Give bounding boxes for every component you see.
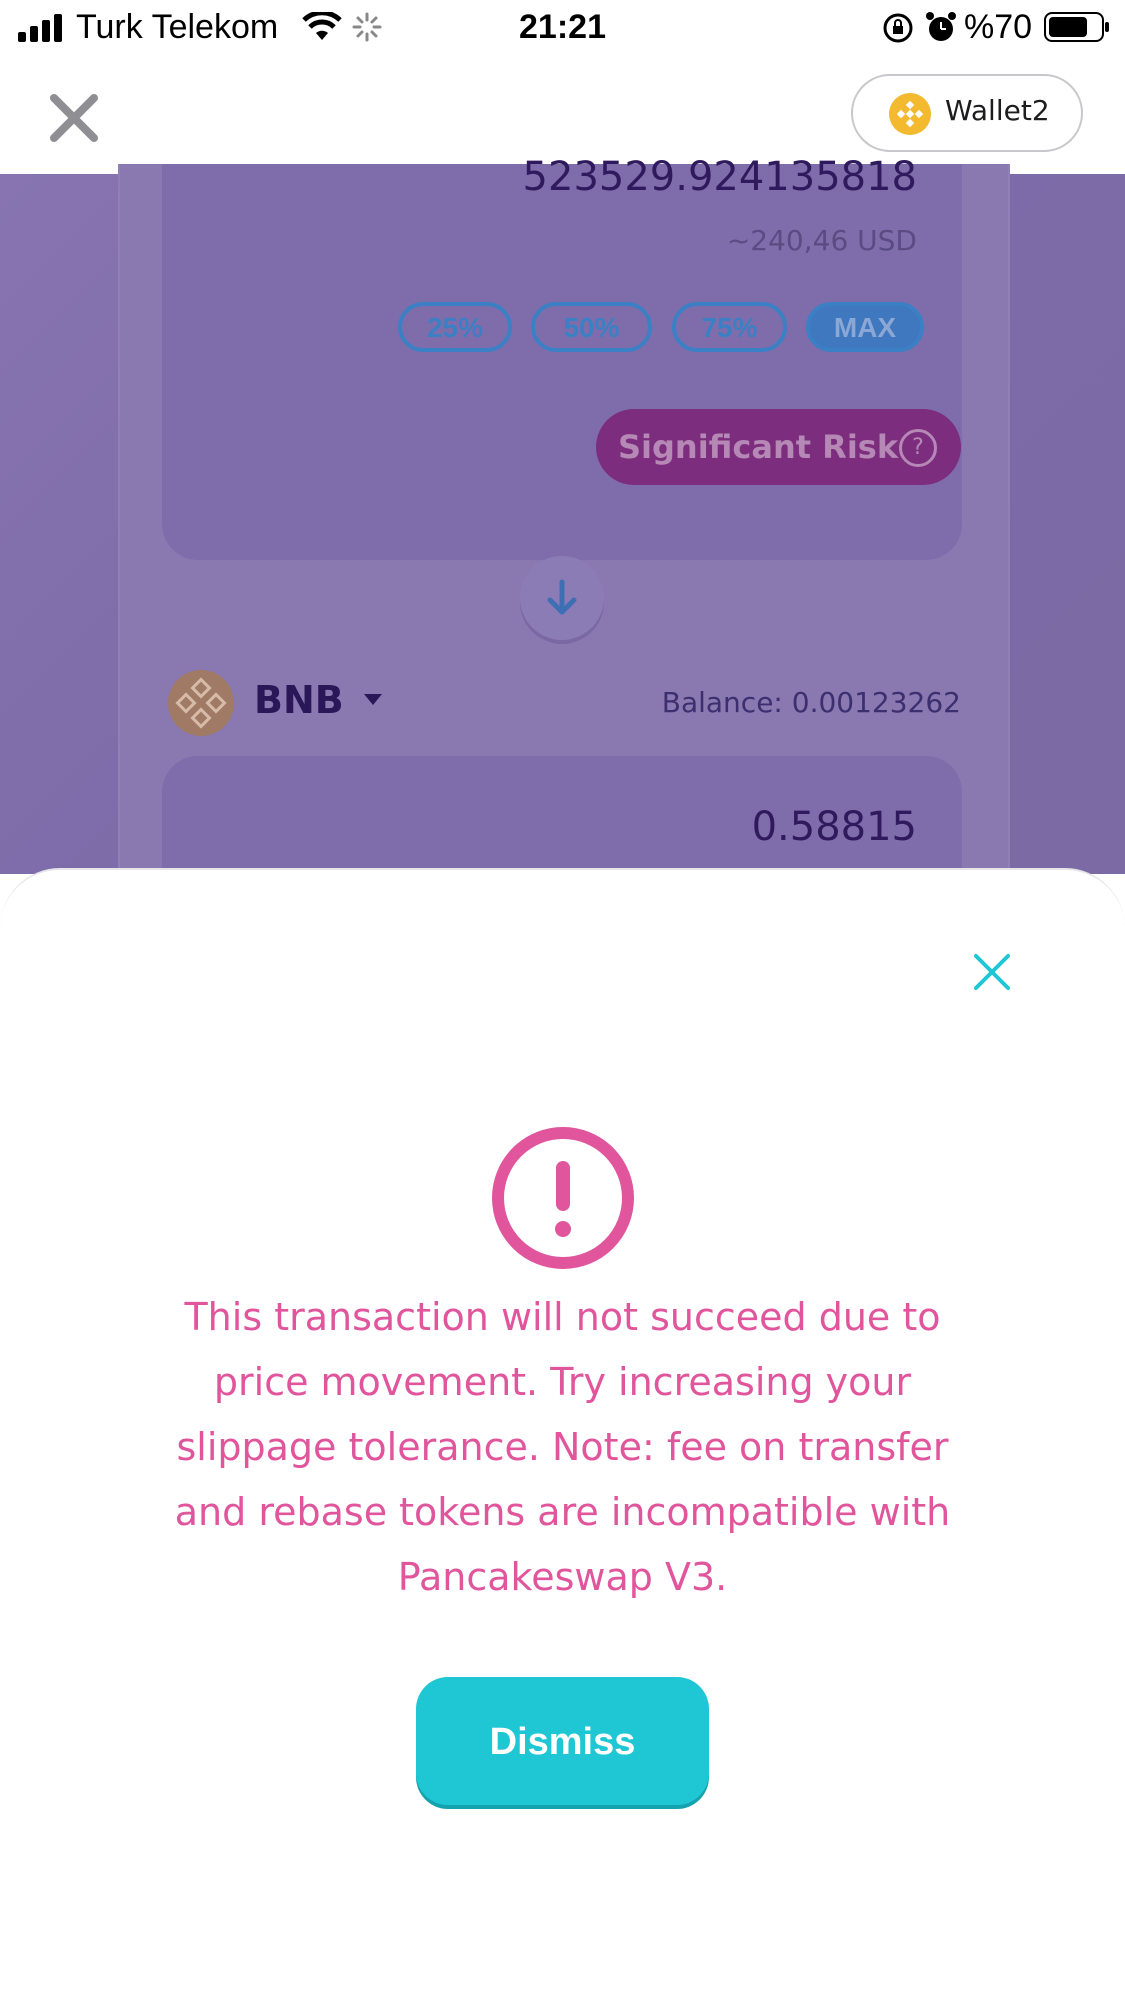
caret-down-icon[interactable] — [364, 694, 382, 705]
orientation-lock-icon — [883, 13, 913, 43]
to-token-name[interactable]: BNB — [254, 678, 344, 722]
close-button[interactable] — [44, 88, 104, 148]
risk-label: Significant Risk — [618, 428, 899, 466]
bnb-coin-icon — [889, 93, 931, 135]
switch-tokens-button[interactable] — [520, 556, 604, 640]
percent-75-button[interactable]: 75% — [672, 302, 787, 352]
exclamation-circle-icon — [492, 1127, 634, 1269]
from-amount: 523529.924135818 — [522, 154, 917, 200]
max-button[interactable]: MAX — [806, 302, 924, 352]
percent-50-button[interactable]: 50% — [531, 302, 652, 352]
wallet-button[interactable]: Wallet2 — [851, 74, 1083, 152]
help-circle-icon[interactable]: ? — [899, 429, 937, 467]
bnb-token-icon[interactable] — [168, 670, 234, 736]
percent-25-button[interactable]: 25% — [398, 302, 512, 352]
alarm-icon — [926, 12, 956, 41]
status-bar: Turk Telekom 21:21 %70 — [0, 0, 1125, 58]
close-icon — [50, 94, 98, 142]
carrier-name: Turk Telekom — [76, 8, 279, 46]
battery-icon — [1044, 12, 1109, 42]
error-modal: This transaction will not succeed due to… — [0, 868, 1125, 2000]
signal-icon — [18, 14, 62, 42]
error-message: This transaction will not succeed due to… — [174, 1295, 951, 1599]
swap-backdrop: 523529.924135818 ~240,46 USD 25% 50% 75%… — [0, 154, 1125, 956]
significant-risk-badge[interactable]: Significant Risk ? — [596, 409, 961, 485]
modal-close-button[interactable] — [970, 950, 1014, 994]
close-icon — [974, 954, 1010, 990]
dismiss-button[interactable]: Dismiss — [416, 1677, 709, 1805]
from-usd-value: ~240,46 USD — [726, 224, 917, 257]
battery-percent: %70 — [964, 8, 1033, 46]
wifi-icon — [302, 12, 342, 40]
arrow-down-icon — [547, 579, 577, 615]
to-amount: 0.58815 — [751, 804, 917, 850]
wallet-label: Wallet2 — [945, 94, 1050, 127]
loading-spinner-icon — [352, 12, 382, 42]
to-token-balance: Balance: 0.00123262 — [661, 686, 961, 719]
